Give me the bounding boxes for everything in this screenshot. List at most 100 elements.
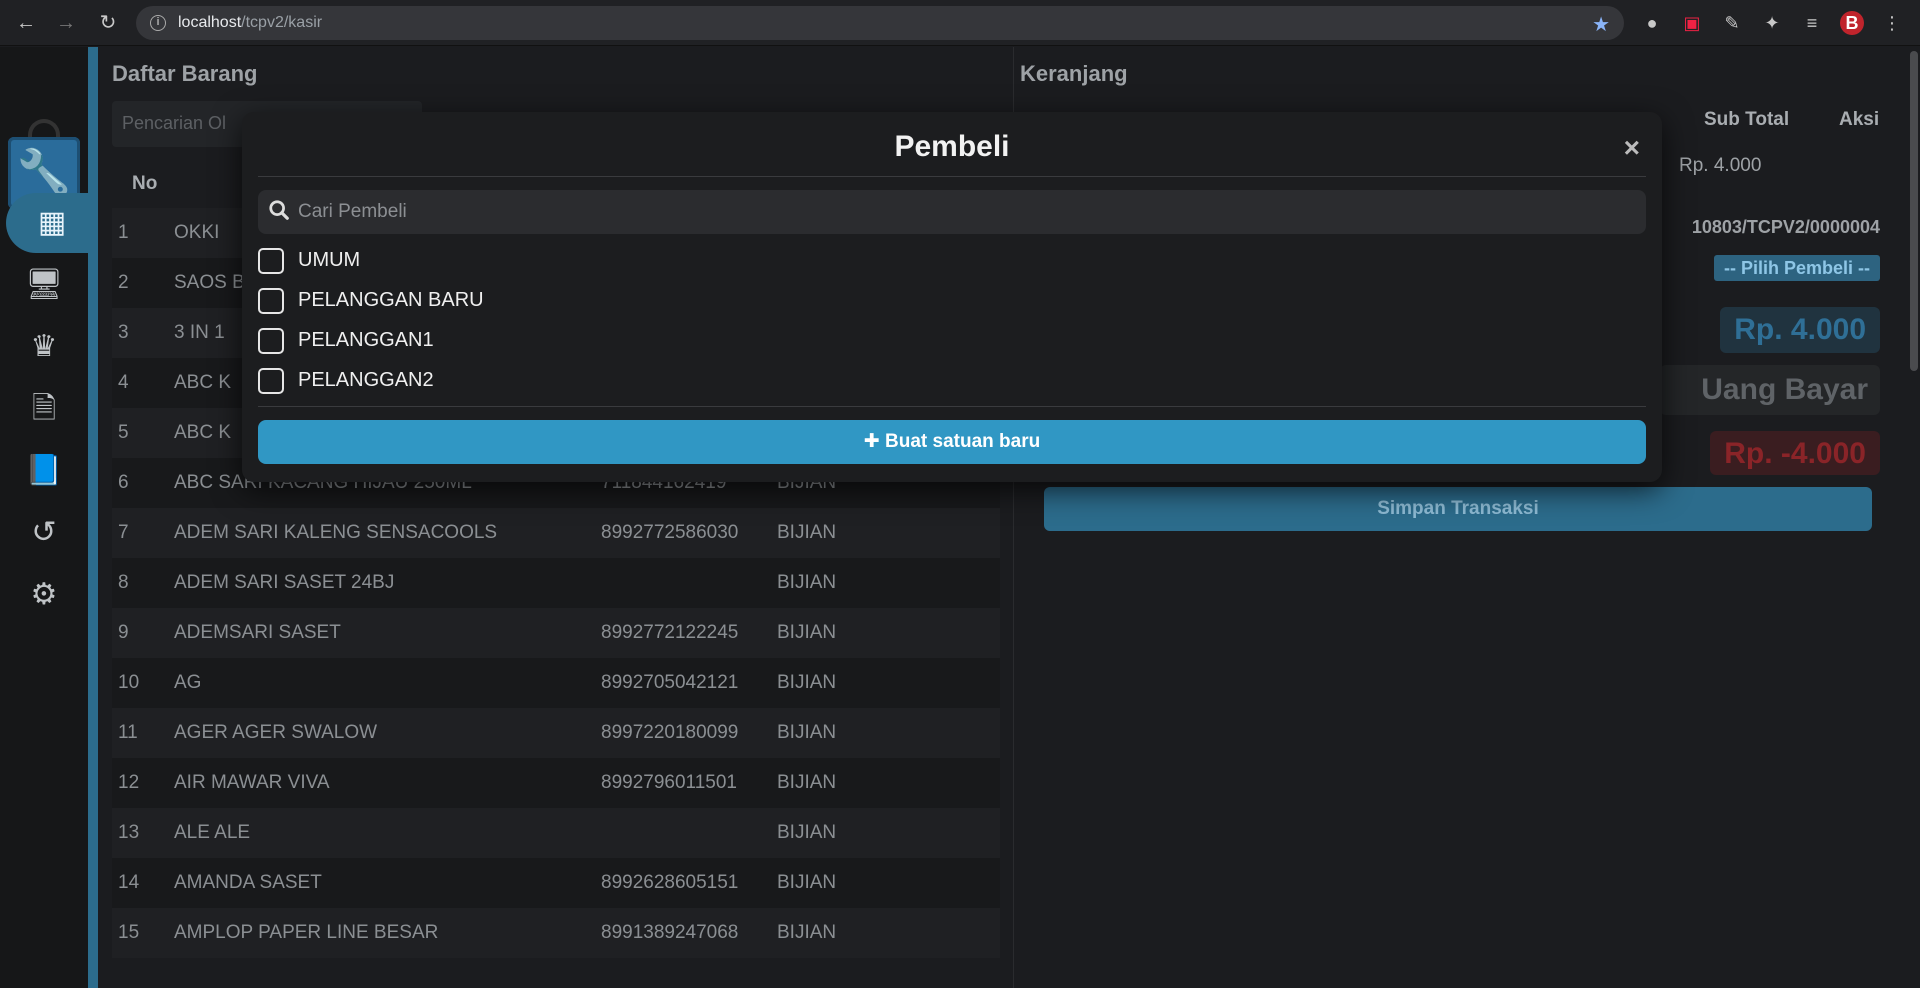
cell-no: 6 [118, 472, 129, 493]
cell-no: 15 [118, 922, 140, 943]
cell-no: 10 [118, 672, 140, 693]
app-sidebar: 🔧 ▦ 🖥 ♛ 🗎 📘 ↺ ⚙ [0, 47, 98, 988]
sidebar-item-monitor[interactable]: 🖥 [0, 255, 88, 315]
cell-unit: BIJIAN [777, 922, 837, 943]
simpan-transaksi-button[interactable]: Simpan Transaksi [1044, 487, 1872, 531]
cell-name: AMANDA SASET [174, 872, 322, 893]
uang-bayar-input[interactable]: Uang Bayar [1660, 365, 1880, 415]
cell-code: 8992628605151 [601, 872, 739, 893]
cart-row-subtotal: Rp. 4.000 [1679, 155, 1762, 176]
checkbox[interactable] [258, 368, 284, 394]
cell-no: 14 [118, 872, 140, 893]
table-row[interactable]: 11 AGER AGER SWALOW 8997220180099 BIJIAN [112, 708, 1000, 758]
invoice-dollar-icon: 🗎 [31, 392, 57, 425]
site-info-icon[interactable]: i [150, 15, 166, 31]
back-icon[interactable]: ← [14, 11, 38, 35]
table-row[interactable]: 14 AMANDA SASET 8992628605151 BIJIAN [112, 858, 1000, 908]
cell-code: 8992772122245 [601, 622, 739, 643]
cell-code: 8992705042121 [601, 672, 739, 693]
color-picker-extension-icon[interactable]: ▣ [1680, 11, 1704, 35]
cell-no: 7 [118, 522, 129, 543]
sidebar-item-settings[interactable]: ⚙ [0, 565, 88, 625]
table-row[interactable]: 7 ADEM SARI KALENG SENSACOOLS 899277258603… [112, 508, 1000, 558]
cell-name: AGER AGER SWALOW [174, 722, 378, 743]
cell-name: ADEM SARI SASET 24BJ [174, 572, 395, 593]
browser-menu-icon[interactable]: ⋮ [1880, 11, 1904, 35]
table-row[interactable]: 9 ADEMSARI SASET 8992772122245 BIJIAN [112, 608, 1000, 658]
col-subtotal-header: Sub Total [1704, 109, 1790, 130]
monitor-icon: 🖥 [24, 268, 64, 301]
cell-name: AG [174, 672, 202, 693]
cell-code [601, 808, 777, 858]
checkbox[interactable] [258, 328, 284, 354]
plus-icon: ✚ [863, 431, 880, 452]
forward-icon[interactable]: → [54, 11, 78, 35]
browser-toolbar: ← → ↻ i localhost/tcpv2/kasir ★ ● ▣ ✎ ✦ … [0, 0, 1920, 46]
cell-unit: BIJIAN [777, 722, 837, 743]
invoice-number: 10803/TCPV2/0000004 [1691, 217, 1880, 237]
cell-no: 2 [118, 272, 129, 293]
pembeli-option-label: UMUM [298, 249, 361, 271]
table-row[interactable]: 12 AIR MAWAR VIVA 8992796011501 BIJIAN [112, 758, 1000, 808]
cell-code: 8992796011501 [601, 772, 737, 793]
pembeli-option-label: PELANGGAN BARU [298, 289, 484, 311]
pilih-pembeli-button[interactable]: -- Pilih Pembeli -- [1713, 255, 1880, 281]
cell-unit: BIJIAN [777, 522, 837, 543]
buat-satuan-baru-button[interactable]: ✚ Buat satuan baru [258, 420, 1646, 464]
bookmark-star-icon[interactable]: ★ [1592, 12, 1610, 37]
sidebar-item-kasir[interactable]: ▦ [6, 193, 98, 253]
crown-icon: ♛ [30, 330, 58, 363]
pembeli-modal: Pembeli × UMUM PELANGGAN BARU PELANGGAN1 PE… [242, 112, 1662, 482]
sidebar-item-crown[interactable]: ♛ [0, 317, 88, 377]
cell-no: 9 [118, 622, 129, 643]
cell-code: 8991389247068 [601, 922, 739, 943]
cell-code: 8992772586030 [601, 522, 739, 543]
pembeli-option-label: PELANGGAN1 [298, 329, 434, 351]
checkbox[interactable] [258, 248, 284, 274]
cell-no: 8 [118, 572, 129, 593]
sidebar-accent-stripe [88, 47, 98, 988]
extensions-icon[interactable]: ✦ [1760, 11, 1784, 35]
cell-unit: BIJIAN [777, 672, 837, 693]
page-scrollbar[interactable] [1908, 47, 1920, 988]
close-icon[interactable]: × [1624, 132, 1640, 164]
cart-title: Keranjang [1020, 61, 1128, 86]
profile-avatar-icon[interactable]: B [1840, 11, 1864, 35]
pen-extension-icon[interactable]: ✎ [1720, 11, 1744, 35]
search-icon [269, 200, 289, 220]
modal-divider [258, 176, 1646, 177]
cell-unit: BIJIAN [777, 772, 837, 793]
cell-no: 12 [118, 772, 140, 793]
col-aksi-header: Aksi [1839, 109, 1880, 130]
buat-label: Buat satuan baru [885, 431, 1041, 452]
cari-pembeli-field[interactable] [258, 190, 1646, 234]
table-row[interactable]: 15 AMPLOP PAPER LINE BESAR 8991389247068 BI… [112, 908, 1000, 958]
cell-name: ADEMSARI SASET [174, 622, 341, 643]
cari-pembeli-input[interactable] [298, 190, 1628, 234]
location-icon[interactable]: ● [1640, 11, 1664, 35]
checkbox[interactable] [258, 288, 284, 314]
change-amount: Rp. -4.000 [1710, 431, 1880, 475]
pembeli-option-label: PELANGGAN2 [298, 369, 434, 391]
table-row[interactable]: 8 ADEM SARI SASET 24BJ BIJIAN [112, 558, 1000, 608]
sidebar-item-invoice[interactable]: 🗎 [0, 379, 88, 439]
cell-unit: BIJIAN [777, 822, 837, 843]
cell-no: 5 [118, 422, 129, 443]
cell-name: AMPLOP PAPER LINE BESAR [174, 922, 439, 943]
book-icon: 📘 [25, 454, 63, 487]
reading-list-icon[interactable]: ≡ [1800, 11, 1824, 35]
sidebar-item-book[interactable]: 📘 [0, 441, 88, 501]
reload-icon[interactable]: ↻ [96, 11, 120, 35]
table-row[interactable]: 13 ALE ALE BIJIAN [112, 808, 1000, 858]
cell-name: AIR MAWAR VIVA [174, 772, 330, 793]
cell-no: 4 [118, 372, 129, 393]
sidebar-item-history[interactable]: ↺ [0, 503, 88, 563]
modal-divider-bottom [258, 406, 1646, 407]
address-bar[interactable]: i localhost/tcpv2/kasir ★ [136, 6, 1624, 40]
cell-name: ALE ALE [174, 822, 251, 843]
table-row[interactable]: 10 AG 8992705042121 BIJIAN [112, 658, 1000, 708]
history-icon: ↺ [31, 516, 57, 549]
modal-title: Pembeli [894, 130, 1010, 163]
cell-unit: BIJIAN [777, 622, 837, 643]
cell-unit: BIJIAN [777, 872, 837, 893]
